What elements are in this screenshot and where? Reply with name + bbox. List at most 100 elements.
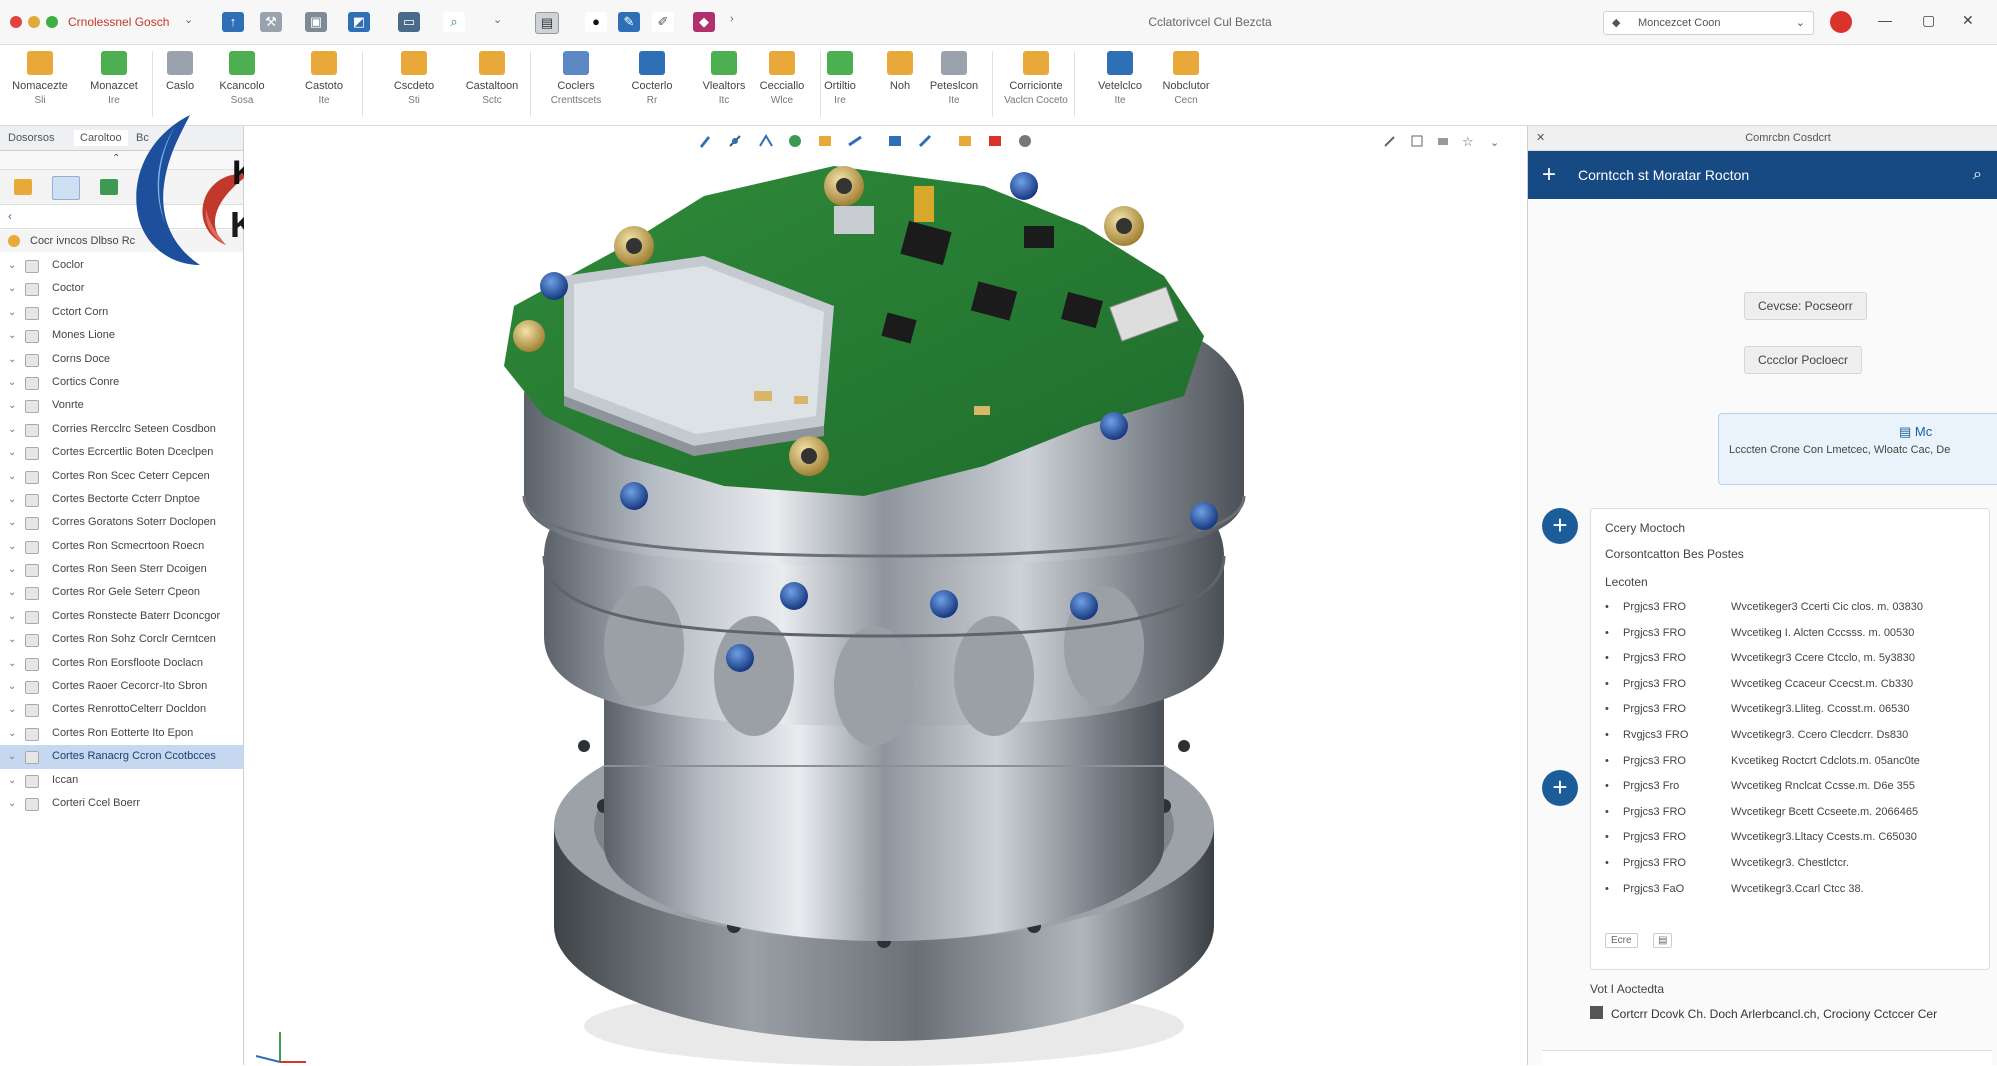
pen-icon[interactable]: ✐: [652, 12, 674, 32]
tree-expand-chevron-icon[interactable]: ⌄: [8, 652, 16, 675]
tree-expand-chevron-icon[interactable]: ⌄: [8, 418, 16, 441]
tree-row[interactable]: ⌄ Corteri Ccel Boerr: [0, 792, 243, 815]
tree-expand-chevron-icon[interactable]: ⌄: [8, 324, 16, 347]
minimize-icon[interactable]: —: [1878, 12, 1892, 28]
tree-row[interactable]: ⌄ Cortics Conre: [0, 371, 243, 394]
suggestion-pill-1[interactable]: Cevcse: Pocseorr: [1744, 292, 1867, 320]
tree-row[interactable]: ⌄ Cortes Ron Sohz Corclr Cerntcen: [0, 628, 243, 651]
tree-expand-chevron-icon[interactable]: ⌄: [8, 605, 16, 628]
assistant-avatar-plus-icon-2[interactable]: +: [1542, 770, 1578, 806]
3d-viewport[interactable]: ☆ ⌄: [244, 126, 1764, 1066]
ribbon-button-7[interactable]: Coclers Crenttscets: [542, 49, 610, 121]
tools-icon[interactable]: ⚒: [260, 12, 282, 32]
tree-row[interactable]: ⌄ Cortes Ron Scmecrtoon Roecn: [0, 535, 243, 558]
tree-expand-chevron-icon[interactable]: ⌄: [8, 465, 16, 488]
ribbon-button-15[interactable]: Vetelclco Ite: [1086, 49, 1154, 121]
tree-expand-chevron-icon[interactable]: ⌄: [8, 535, 16, 558]
monitor-icon[interactable]: ▭: [398, 12, 420, 32]
new-chat-plus-icon[interactable]: +: [1542, 151, 1556, 199]
close-window-button[interactable]: [10, 16, 22, 28]
tree-expand-chevron-icon[interactable]: ⌄: [8, 581, 16, 604]
tab-1[interactable]: Caroltoo: [74, 130, 128, 146]
copy-response-icon[interactable]: ▤: [1653, 933, 1673, 948]
gem-icon[interactable]: ◆: [693, 12, 715, 32]
collapse-chevron-icon[interactable]: ⌃: [112, 153, 120, 164]
account-selector[interactable]: ◆ Moncezcet Coon ⌄: [1603, 11, 1814, 35]
tree-expand-chevron-icon[interactable]: ⌄: [8, 511, 16, 534]
tree-row[interactable]: ⌄ Cortes Ronstecte Baterr Dconcgor: [0, 605, 243, 628]
edit-icon[interactable]: ✎: [618, 12, 640, 32]
tree-row[interactable]: ⌄ Cortes Ron Eorsfloote Doclacn: [0, 652, 243, 675]
tree-expand-chevron-icon[interactable]: ⌄: [8, 745, 16, 768]
window-layout-icon[interactable]: ▤: [535, 12, 559, 34]
tree-row[interactable]: ⌄ Cortes Ron Eotterte Ito Epon: [0, 722, 243, 745]
restore-icon[interactable]: ▢: [1922, 12, 1935, 29]
app-menu-chevron-icon[interactable]: ⌄: [184, 13, 193, 26]
back-chevron-icon[interactable]: ‹: [8, 209, 12, 223]
tree-expand-chevron-icon[interactable]: ⌄: [8, 371, 16, 394]
search-assistant-icon[interactable]: ⌕: [1973, 151, 1982, 199]
tree-row[interactable]: ⌄ Corres Goratons Soterr Doclopen: [0, 511, 243, 534]
ribbon-button-16[interactable]: Nobclutor Cecn: [1152, 49, 1220, 121]
tree-expand-chevron-icon[interactable]: ⌄: [8, 348, 16, 371]
tree-row[interactable]: ⌄ Cortes Bectorte Ccterr Dnptoe: [0, 488, 243, 511]
ribbon-button-5[interactable]: Cscdeto Sti: [380, 49, 448, 121]
refresh-icon[interactable]: [100, 179, 118, 195]
search-icon[interactable]: ⌕: [443, 12, 465, 32]
ribbon-button-3[interactable]: Kcancolo Sosa: [208, 49, 276, 121]
save-icon[interactable]: ▣: [305, 12, 327, 32]
tree-expand-chevron-icon[interactable]: ⌄: [8, 301, 16, 324]
tree-expand-chevron-icon[interactable]: ⌄: [8, 441, 16, 464]
tree-expand-chevron-icon[interactable]: ⌄: [8, 254, 16, 277]
ribbon-button-11[interactable]: Ortiltio Ire: [806, 49, 874, 121]
zoom-window-button[interactable]: [46, 16, 58, 28]
ribbon-button-0[interactable]: Nomacezte Sli: [6, 49, 74, 121]
tree-expand-chevron-icon[interactable]: ⌄: [8, 769, 16, 792]
search-chevron-icon[interactable]: ⌄: [493, 13, 502, 26]
tree-row[interactable]: ⌄ Cortes Ron Seen Sterr Dcoigen: [0, 558, 243, 581]
ribbon-button-6[interactable]: Castaltoon Sctc: [458, 49, 526, 121]
tree-row[interactable]: ⌄ Coctor: [0, 277, 243, 300]
tree-row[interactable]: ⌄ Mones Lione: [0, 324, 243, 347]
tree-row[interactable]: ⌄ Cortes RenrottoCelterr Docldon: [0, 698, 243, 721]
folder-icon[interactable]: [14, 179, 32, 195]
tree-expand-chevron-icon[interactable]: ⌄: [8, 558, 16, 581]
checkbox-icon[interactable]: [1590, 1006, 1603, 1019]
avatar[interactable]: [1830, 11, 1852, 33]
assistant-avatar-plus-icon[interactable]: +: [1542, 508, 1578, 544]
suggestion-pill-2[interactable]: Cccclor Pocloecr: [1744, 346, 1863, 374]
tree-expand-chevron-icon[interactable]: ⌄: [8, 675, 16, 698]
ribbon-button-2[interactable]: Caslo: [146, 49, 214, 121]
more-chevron-icon[interactable]: ›: [730, 13, 734, 25]
tree-expand-chevron-icon[interactable]: ⌄: [8, 394, 16, 417]
tree-expand-chevron-icon[interactable]: ⌄: [8, 488, 16, 511]
tree-row[interactable]: ⌄ Corries Rercclrc Seteen Cosdbon: [0, 418, 243, 441]
tree-row[interactable]: ⌄ Cortes Ror Gele Seterr Cpeon: [0, 581, 243, 604]
tab-0[interactable]: Dosorsos: [8, 132, 54, 144]
tree-row[interactable]: ⌄ Cortes Ranacrg Ccron Ccotbcces: [0, 745, 243, 769]
tree-row[interactable]: ⌄ Coclor: [0, 254, 243, 277]
tree-row[interactable]: ⌄ Corns Doce: [0, 348, 243, 371]
tree-row[interactable]: ⌄ Cortes Ecrcertlic Boten Dceclpen: [0, 441, 243, 464]
record-icon[interactable]: ●: [585, 12, 607, 32]
tab-2[interactable]: Bc: [136, 132, 149, 144]
tree-row[interactable]: ⌄ Cortes Raoer Cecorcr-Ito Sbron: [0, 675, 243, 698]
chat-input-area[interactable]: [1542, 1050, 1992, 1065]
tree-row[interactable]: ⌄ Vonrte: [0, 394, 243, 417]
tree-root[interactable]: Cocr ivncos Dlbso Rc: [0, 230, 243, 252]
tree-expand-chevron-icon[interactable]: ⌄: [8, 628, 16, 651]
ribbon-button-13[interactable]: Peteslcon Ite: [920, 49, 988, 121]
minimize-window-button[interactable]: [28, 16, 40, 28]
ribbon-button-8[interactable]: Cocterlo Rr: [618, 49, 686, 121]
model-render[interactable]: [504, 166, 1264, 1066]
close-icon[interactable]: ✕: [1962, 12, 1974, 29]
document-icon[interactable]: [52, 176, 80, 200]
ribbon-button-14[interactable]: Corricionte Vaclcn Coceto: [1002, 49, 1070, 121]
ribbon-button-4[interactable]: Castoto Ite: [290, 49, 358, 121]
tree-expand-chevron-icon[interactable]: ⌄: [8, 698, 16, 721]
tree-row[interactable]: ⌄ Cortes Ron Scec Ceterr Cepcen: [0, 465, 243, 488]
tree-row[interactable]: ⌄ Cctort Corn: [0, 301, 243, 324]
app-title[interactable]: Crnolessnel Gosch: [68, 15, 169, 29]
up-arrow-icon[interactable]: ↑: [222, 12, 244, 32]
close-panel-icon[interactable]: ✕: [1536, 126, 1545, 150]
